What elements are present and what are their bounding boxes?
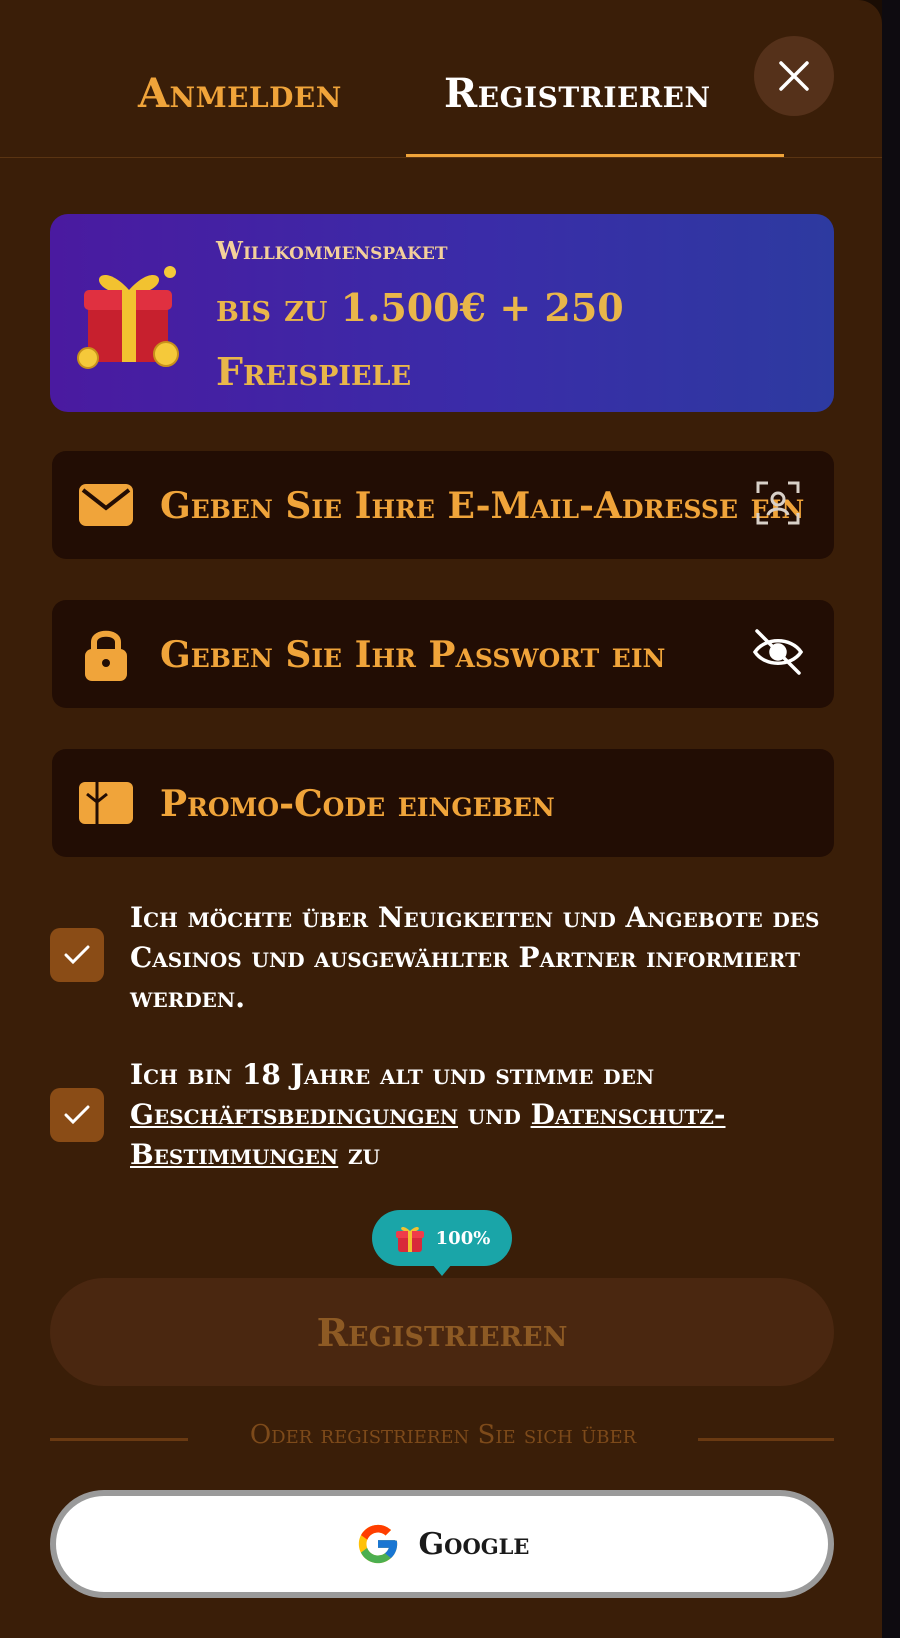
google-icon — [358, 1524, 397, 1564]
newsletter-checkbox[interactable] — [50, 928, 104, 982]
terms-checkbox[interactable] — [50, 1088, 104, 1142]
welcome-bonus-banner: Willkommenspaket bis zu 1.500€ + 250 Fre… — [50, 214, 834, 412]
email-field[interactable]: Geben Sie Ihre E-Mail-Adresse ein — [52, 451, 834, 559]
google-signup-button[interactable]: Google — [50, 1490, 834, 1598]
terms-consent-text: Ich bin 18 Jahre alt und stimme den Gesc… — [130, 1055, 850, 1175]
bonus-progress-bubble: 100% — [372, 1210, 512, 1276]
divider-line-left — [50, 1438, 188, 1441]
close-button[interactable] — [754, 36, 834, 116]
active-tab-indicator — [406, 154, 784, 157]
bonus-progress-text: 100% — [435, 1227, 491, 1249]
password-field[interactable]: Geben Sie Ihr Passwort ein — [52, 600, 834, 708]
divider-line-right — [698, 1438, 834, 1441]
promo-code-placeholder: Promo-Code eingeben — [160, 783, 555, 825]
terms-and: und — [467, 1098, 521, 1131]
auth-tabs: Anmelden Registrieren — [0, 0, 882, 158]
lock-icon — [78, 626, 134, 682]
terms-link[interactable]: Geschäftsbedingungen — [130, 1098, 458, 1131]
terms-consent: Ich bin 18 Jahre alt und stimme den Gesc… — [50, 1055, 840, 1185]
close-icon — [779, 61, 809, 91]
tab-register[interactable]: Registrieren — [444, 70, 711, 117]
background-edge — [882, 0, 900, 1638]
promo-code-field[interactable]: Promo-Code eingeben — [52, 749, 834, 857]
ticket-icon — [78, 775, 134, 831]
checkmark-icon — [64, 945, 90, 965]
gift-box-icon — [77, 266, 179, 369]
eye-off-icon[interactable] — [748, 622, 808, 682]
social-divider-text: Oder registrieren Sie sich über — [249, 1420, 637, 1450]
face-scan-icon[interactable] — [748, 473, 808, 533]
newsletter-consent-text: Ich möchte über Neuigkeiten und Angebote… — [130, 901, 820, 1014]
email-placeholder: Geben Sie Ihre E-Mail-Adresse ein — [160, 485, 805, 527]
checkmark-icon — [64, 1105, 90, 1125]
newsletter-consent: Ich möchte über Neuigkeiten und Angebote… — [50, 898, 840, 1028]
terms-prefix: Ich bin 18 Jahre alt und stimme den — [130, 1058, 655, 1091]
terms-suffix: zu — [347, 1138, 380, 1171]
google-button-label: Google — [418, 1526, 530, 1562]
tab-login[interactable]: Anmelden — [138, 70, 342, 117]
gift-icon — [395, 1226, 424, 1252]
register-button[interactable]: Registrieren — [50, 1278, 834, 1386]
envelope-icon — [78, 477, 134, 533]
promo-label: Willkommenspaket — [216, 236, 448, 265]
password-placeholder: Geben Sie Ihr Passwort ein — [160, 634, 666, 676]
register-modal: Anmelden Registrieren Willkommenspaket b… — [0, 0, 882, 1638]
promo-amount: bis zu 1.500€ + 250 Freispiele — [216, 285, 624, 394]
